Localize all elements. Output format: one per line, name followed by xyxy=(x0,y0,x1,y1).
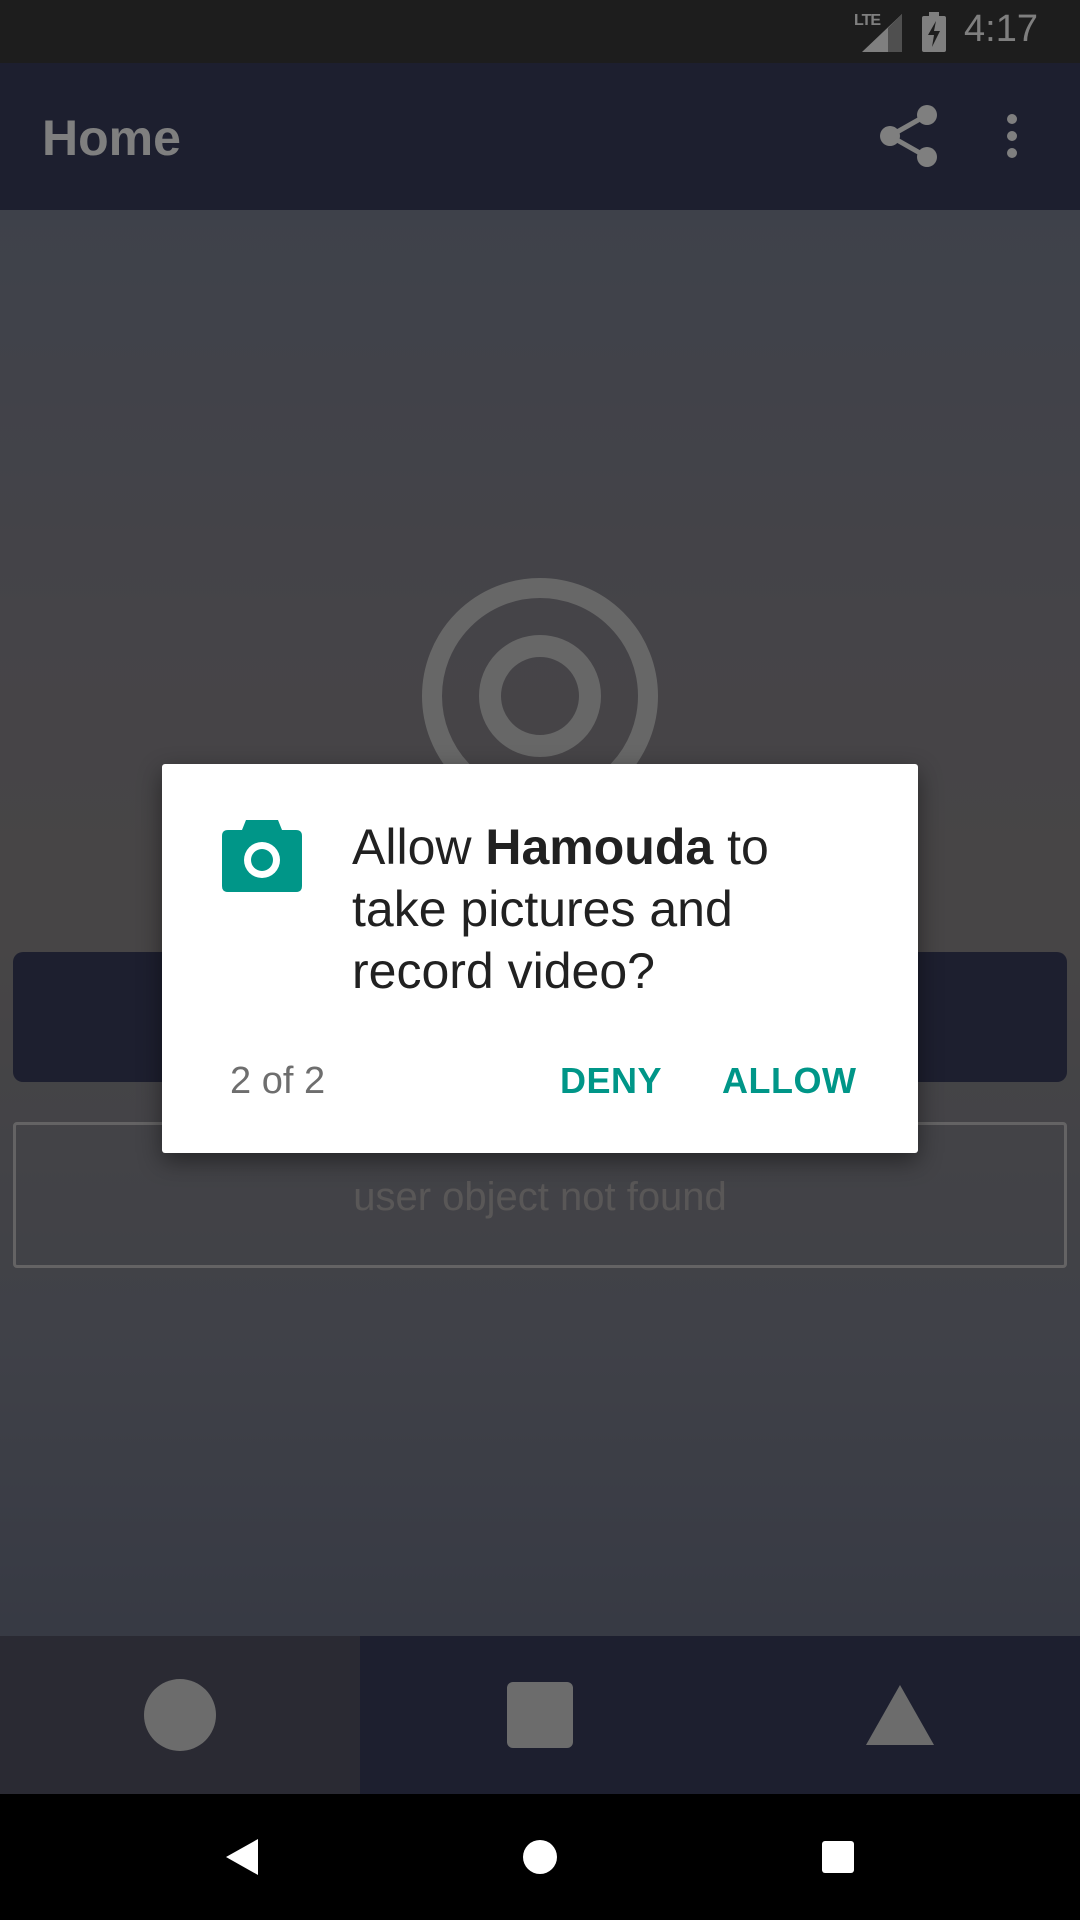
deny-button[interactable]: DENY xyxy=(560,1060,662,1102)
back-button[interactable] xyxy=(182,1794,302,1920)
system-navigation-bar xyxy=(0,1794,1080,1920)
permission-counter: 2 of 2 xyxy=(230,1060,326,1102)
recents-icon xyxy=(822,1841,854,1873)
permission-dialog: Allow Hamouda to take pictures and recor… xyxy=(162,764,918,1153)
camera-icon xyxy=(222,820,302,892)
back-icon xyxy=(226,1839,258,1875)
recents-button[interactable] xyxy=(778,1794,898,1920)
message-prefix: Allow xyxy=(352,819,486,875)
home-icon xyxy=(523,1840,557,1874)
home-button[interactable] xyxy=(480,1794,600,1920)
permission-message: Allow Hamouda to take pictures and recor… xyxy=(352,816,872,1002)
allow-button[interactable]: ALLOW xyxy=(722,1060,856,1102)
app-name: Hamouda xyxy=(485,819,714,875)
